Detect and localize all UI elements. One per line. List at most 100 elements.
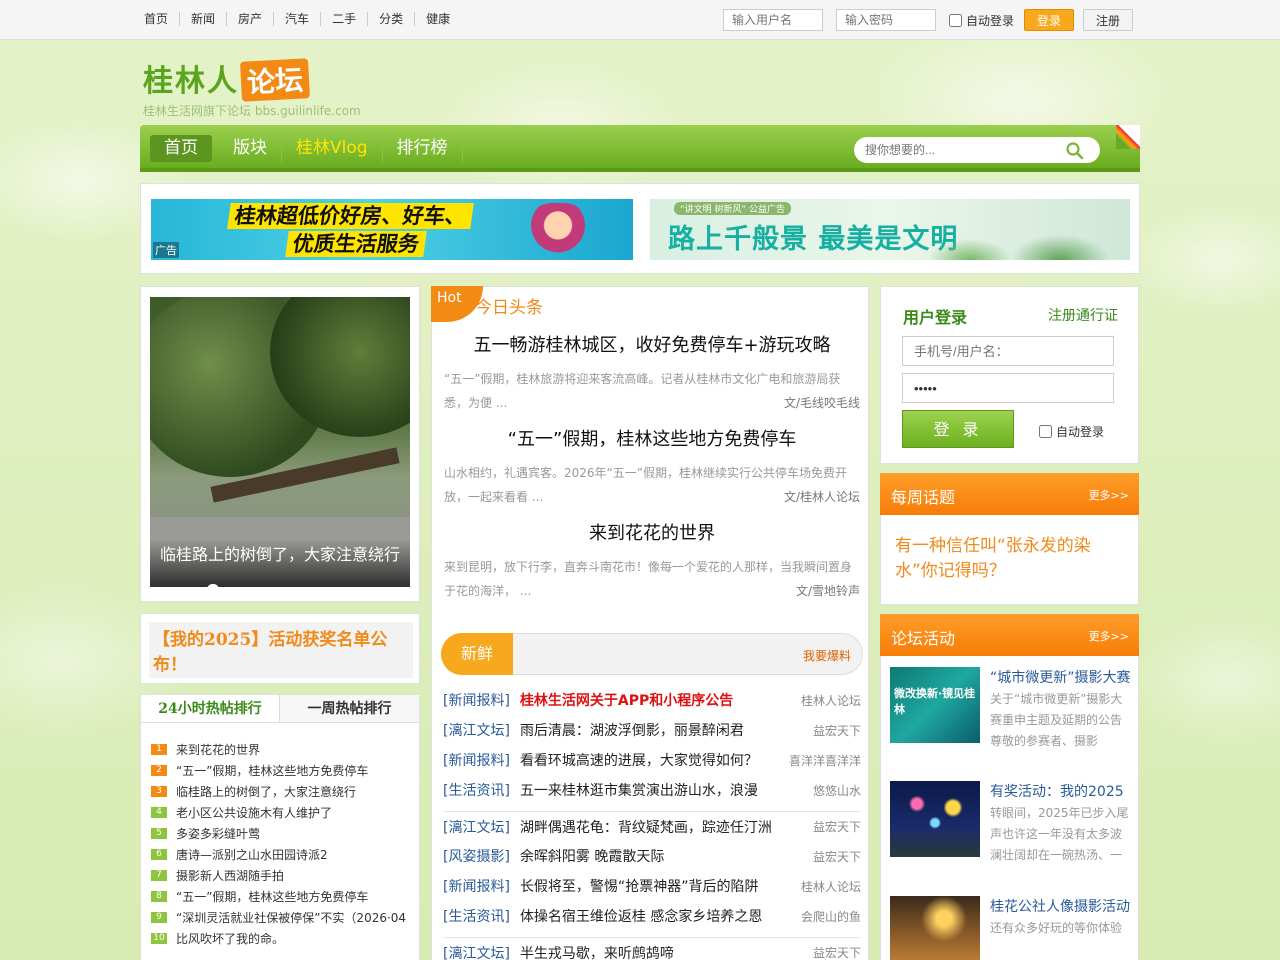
activity-thumbnail[interactable] [890, 781, 980, 857]
top-register-button[interactable]: 注册 [1083, 9, 1134, 31]
nav-boards[interactable]: 版块 [219, 135, 282, 162]
tab-24h-hot[interactable]: 24小时热帖排行 [141, 695, 280, 722]
list-item[interactable]: 4 老小区公共设施木有人维护了 [151, 802, 409, 823]
post-title[interactable]: 五一来桂林逛市集赏演出游山水，浪漫 [520, 780, 807, 800]
list-item[interactable]: 6 唐诗—派别之山水田园诗派2 [151, 844, 409, 865]
post-author[interactable]: 悠悠山水 [813, 782, 861, 799]
post-category[interactable]: [新闻报料] [443, 876, 510, 896]
slider-dot[interactable] [207, 584, 219, 587]
top-nav-house[interactable]: 房产 [226, 12, 273, 26]
list-item[interactable]: 7 摄影新人西湖随手拍 [151, 865, 409, 886]
post-author[interactable]: 桂林人论坛 [801, 878, 861, 895]
top-nav-classified[interactable]: 分类 [367, 12, 414, 26]
register-link[interactable]: 注册通行证 [1048, 305, 1118, 325]
activity-title[interactable]: 有奖活动：我的2025 [990, 781, 1124, 801]
top-auto-login[interactable]: 自动登录 [949, 12, 1014, 29]
post-category[interactable]: [风姿摄影] [443, 846, 510, 866]
nav-ranking[interactable]: 排行榜 [383, 135, 463, 162]
tab-week-hot[interactable]: 一周热帖排行 [280, 695, 419, 722]
search-input[interactable] [854, 137, 1054, 163]
activity-thumbnail[interactable] [890, 896, 980, 960]
table-row[interactable]: [新闻报料] 长假将至，警惕“抢票神器”背后的陷阱 桂林人论坛 [443, 871, 861, 901]
table-row[interactable]: [新闻报料] 桂林生活网关于APP和小程序公告 桂林人论坛 [443, 685, 861, 715]
nav-home[interactable]: 首页 [150, 135, 212, 162]
list-item[interactable]: 10 比风吹坏了我的命。 [151, 928, 409, 949]
top-login-button[interactable]: 登录 [1024, 9, 1075, 31]
headline-title[interactable]: 来到花花的世界 [444, 519, 860, 545]
forum-activity-more-link[interactable]: 更多>> [1089, 628, 1129, 644]
post-title[interactable]: 体操名宿王维俭返桂 感念家乡培养之恩 [520, 906, 795, 926]
activity-item[interactable]: 微改换新·镜见桂林 “城市微更新”摄影大赛 关于“城市微更新”摄影大赛重申主题及… [890, 667, 1131, 748]
top-auto-login-checkbox[interactable] [949, 13, 962, 27]
activity-title[interactable]: “城市微更新”摄影大赛 [990, 667, 1131, 687]
site-logo[interactable]: 桂林人 论坛 桂林生活网旗下论坛 bbs.guilinlife.com [143, 56, 361, 119]
post-title[interactable]: 湖畔偶遇花龟：背纹疑梵画，踪迹任汀洲 [520, 817, 807, 837]
rank-badge: 5 [151, 828, 167, 839]
activity-thumbnail[interactable]: 微改换新·镜见桂林 [890, 667, 980, 743]
activity-banner-link[interactable]: 【我的2025】活动获奖名单公布！ [149, 622, 413, 678]
headline-title[interactable]: “五一”假期，桂林这些地方免费停车 [444, 425, 860, 451]
headline-title[interactable]: 五一畅游桂林城区，收好免费停车+游玩攻略 [444, 331, 860, 357]
post-author[interactable]: 益宏天下 [813, 944, 861, 960]
table-row[interactable]: [漓江文坛] 半生戎马歇，来听鹧鸪啼 益宏天下 [443, 937, 861, 960]
post-category[interactable]: [漓江文坛] [443, 720, 510, 740]
top-nav-home[interactable]: 首页 [144, 12, 179, 26]
table-row[interactable]: [漓江文坛] 雨后清晨：湖波浮倒影，丽景醉闲君 益宏天下 [443, 715, 861, 745]
top-nav-news[interactable]: 新闻 [179, 12, 226, 26]
login-button[interactable]: 登 录 [902, 410, 1014, 448]
post-author[interactable]: 桂林人论坛 [801, 692, 861, 709]
list-item[interactable]: 8 “五一”假期，桂林这些地方免费停车 [151, 886, 409, 907]
weekly-topic-question[interactable]: 有一种信任叫“张永发的染水”你记得吗？ [895, 534, 1131, 584]
post-category[interactable]: [生活资讯] [443, 906, 510, 926]
search-icon[interactable] [1066, 142, 1084, 163]
username-field[interactable] [902, 336, 1114, 366]
password-field[interactable] [902, 373, 1114, 403]
post-title[interactable]: 余晖斜阳雾 晚霞散天际 [520, 846, 807, 866]
post-author[interactable]: 益宏天下 [813, 848, 861, 865]
table-row[interactable]: [新闻报料] 看看环城高速的进展，大家觉得如何？ 喜洋洋喜洋洋 [443, 745, 861, 775]
post-category[interactable]: [生活资讯] [443, 780, 510, 800]
table-row[interactable]: [生活资讯] 体操名宿王维俭返桂 感念家乡培养之恩 会爬山的鱼 [443, 901, 861, 931]
weekly-topic-more-link[interactable]: 更多>> [1089, 487, 1129, 503]
post-title[interactable]: 看看环城高速的进展，大家觉得如何？ [520, 750, 783, 770]
post-title[interactable]: 半生戎马歇，来听鹧鸪啼 [520, 943, 807, 960]
nav-vlog[interactable]: 桂林Vlog [282, 135, 383, 162]
ad-banner-property[interactable]: 桂林超低价好房、好车、 优质生活服务 广告 [151, 199, 633, 260]
slider-image[interactable]: 临桂路上的树倒了，大家注意绕行 [150, 297, 410, 587]
headline-author[interactable]: 文/雪地铃声 [795, 579, 860, 603]
submit-tip-link[interactable]: 我要爆料 [803, 647, 851, 664]
list-item[interactable]: 5 多姿多彩缝叶莺 [151, 823, 409, 844]
list-item[interactable]: 9 “深圳灵活就业社保被停保”不实（2026·04 [151, 907, 409, 928]
list-item[interactable]: 3 临桂路上的树倒了，大家注意绕行 [151, 781, 409, 802]
post-category[interactable]: [漓江文坛] [443, 817, 510, 837]
post-category[interactable]: [新闻报料] [443, 690, 510, 710]
post-title[interactable]: 桂林生活网关于APP和小程序公告 [520, 690, 795, 710]
top-nav-secondhand[interactable]: 二手 [320, 12, 367, 26]
list-item[interactable]: 2 “五一”假期，桂林这些地方免费停车 [151, 760, 409, 781]
auto-login[interactable]: 自动登录 [1039, 423, 1104, 440]
top-username-input[interactable] [723, 9, 823, 31]
post-category[interactable]: [新闻报料] [443, 750, 510, 770]
table-row[interactable]: [漓江文坛] 湖畔偶遇花龟：背纹疑梵画，踪迹任汀洲 益宏天下 [443, 811, 861, 841]
headline-item: 五一畅游桂林城区，收好免费停车+游玩攻略 “五一”假期，桂林旅游将迎来客流高峰。… [444, 331, 860, 415]
activity-item[interactable]: 桂花公社人像摄影活动 还有众多好玩的等你体验 [890, 896, 1130, 960]
top-nav-car[interactable]: 汽车 [273, 12, 320, 26]
table-row[interactable]: [生活资讯] 五一来桂林逛市集赏演出游山水，浪漫 悠悠山水 [443, 775, 861, 805]
auto-login-checkbox[interactable] [1039, 425, 1052, 438]
headline-author[interactable]: 文/桂林人论坛 [783, 485, 860, 509]
post-title[interactable]: 雨后清晨：湖波浮倒影，丽景醉闲君 [520, 720, 807, 740]
post-category[interactable]: [漓江文坛] [443, 943, 510, 960]
post-title[interactable]: 长假将至，警惕“抢票神器”背后的陷阱 [520, 876, 795, 896]
post-author[interactable]: 会爬山的鱼 [801, 908, 861, 925]
activity-title[interactable]: 桂花公社人像摄影活动 [990, 896, 1130, 916]
post-author[interactable]: 益宏天下 [813, 722, 861, 739]
ad-banner-civility[interactable]: “讲文明 树新风” 公益广告 路上千般景 最美是文明 [650, 199, 1130, 260]
post-author[interactable]: 喜洋洋喜洋洋 [789, 752, 861, 769]
top-password-input[interactable] [836, 9, 936, 31]
top-nav-health[interactable]: 健康 [414, 12, 461, 26]
list-item[interactable]: 1 来到花花的世界 [151, 739, 409, 760]
table-row[interactable]: [风姿摄影] 余晖斜阳雾 晚霞散天际 益宏天下 [443, 841, 861, 871]
activity-item[interactable]: 有奖活动：我的2025 转眼间，2025年已步入尾声也许这一年没有太多波澜壮阔却… [890, 781, 1130, 862]
post-author[interactable]: 益宏天下 [813, 818, 861, 835]
headline-author[interactable]: 文/毛线咬毛线 [783, 391, 860, 415]
